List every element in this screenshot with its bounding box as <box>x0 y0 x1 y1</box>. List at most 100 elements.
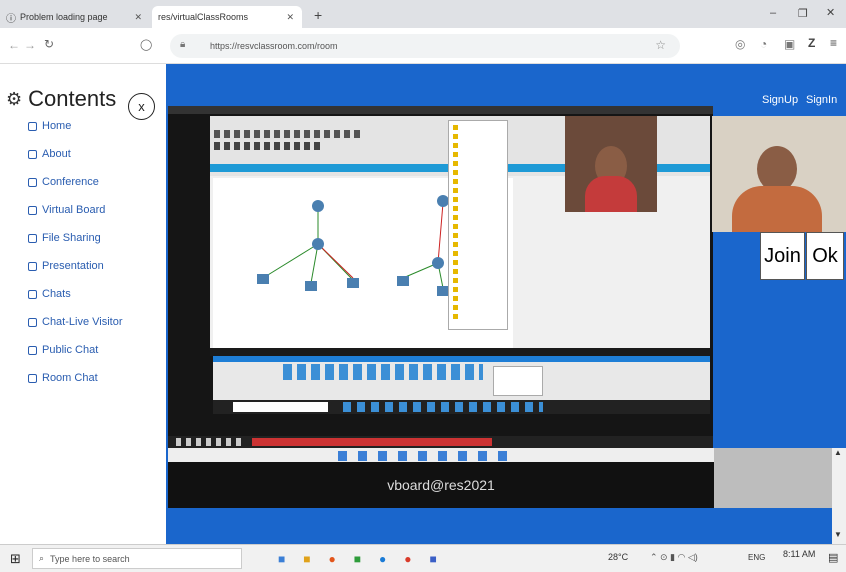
sidebar-item-label: Home <box>42 120 72 132</box>
bookmark-star-icon[interactable]: ☆ <box>655 38 666 52</box>
maximize-icon[interactable]: ❐ <box>798 7 808 20</box>
app-icon[interactable]: ● <box>404 552 411 566</box>
scroll-down-icon[interactable]: ▼ <box>834 530 842 539</box>
app-icon[interactable]: ■ <box>430 552 437 566</box>
list-item <box>453 143 503 148</box>
tab-virtual-classroom[interactable]: res/virtualClassRooms ✕ <box>152 6 302 28</box>
app-icon[interactable]: ■ <box>278 552 285 566</box>
browser-tab-bar: ⓘ Problem loading page ✕ res/virtualClas… <box>0 0 846 28</box>
sidebar-item-chat-live-visitor[interactable]: Chat-Live Visitor <box>28 316 123 328</box>
sidebar-title: Contents <box>28 86 117 111</box>
app-icon[interactable]: ■ <box>354 552 361 566</box>
list-item <box>453 314 503 319</box>
list-item <box>453 170 503 175</box>
shield-icon: ◯ <box>140 39 153 51</box>
list-item <box>453 278 503 283</box>
new-tab-icon[interactable]: + <box>314 7 322 23</box>
sidebar-item-virtual-board[interactable]: Virtual Board <box>28 204 105 216</box>
url-text: https://resvclassroom.com/room <box>210 41 338 51</box>
language-indicator[interactable]: ENG <box>748 553 765 562</box>
sidebar-item-label: Conference <box>42 176 99 188</box>
page-scrollbar[interactable]: ▲ ▼ <box>832 448 846 544</box>
search-icon: ⌕ <box>39 553 45 563</box>
self-shirt <box>732 186 822 232</box>
sidebar-item-label: Virtual Board <box>42 204 106 216</box>
sidebar-item-room-chat[interactable]: Room Chat <box>28 372 98 384</box>
chat-icon <box>28 345 37 355</box>
sidebar-item-chats[interactable]: Chats <box>28 288 71 300</box>
shared-taskbar <box>213 400 710 414</box>
signup-link[interactable]: SignUp <box>762 94 798 106</box>
self-video <box>712 116 846 232</box>
search-placeholder: Type here to search <box>50 553 130 564</box>
windows-start-icon[interactable]: ⊞ <box>10 551 21 567</box>
chat-icon <box>28 289 37 299</box>
participant-video <box>565 116 657 212</box>
menu-icon[interactable]: ≡ <box>830 36 837 50</box>
list-item <box>453 125 503 130</box>
toolbar-icons <box>214 130 364 138</box>
tray-icons[interactable]: ⌃ ⊙ ▮ ◠ ◁) <box>650 552 698 563</box>
sidebar-item-label: Room Chat <box>42 372 98 384</box>
reload-icon[interactable]: ↻ <box>44 37 54 51</box>
scroll-up-icon[interactable]: ▲ <box>834 448 842 457</box>
presentation-icon <box>28 261 37 271</box>
close-tab-icon[interactable]: ✕ <box>134 12 142 23</box>
sidebar-item-label: About <box>42 148 71 160</box>
toolbar-icons <box>214 142 324 150</box>
whiteboard-tools[interactable] <box>338 451 518 461</box>
list-item <box>453 242 503 247</box>
weather-text[interactable]: 28°C <box>608 552 628 562</box>
device-icons <box>283 364 483 380</box>
firefox-icon[interactable]: ● <box>329 552 336 566</box>
list-item <box>453 161 503 166</box>
close-window-icon[interactable]: ✕ <box>826 6 835 19</box>
playback-buttons[interactable] <box>176 438 246 446</box>
sidebar-header: ⚙ Contents <box>6 86 116 112</box>
clock-time[interactable]: 8:11 AM <box>783 549 815 559</box>
close-sidebar-button[interactable]: x <box>128 93 155 120</box>
minimize-icon[interactable]: – <box>770 7 776 19</box>
tab-problem-loading[interactable]: ⓘ Problem loading page ✕ <box>0 6 150 28</box>
pocket-icon[interactable]: ◎ <box>735 37 745 51</box>
about-icon <box>28 149 37 159</box>
url-bar[interactable]: 🔒︎ https://resvclassroom.com/room ☆ <box>170 34 680 58</box>
sidebar-item-about[interactable]: About <box>28 148 71 160</box>
sidebar-item-public-chat[interactable]: Public Chat <box>28 344 98 356</box>
sidebar-item-file-sharing[interactable]: File Sharing <box>28 232 101 244</box>
folder-icon[interactable]: ■ <box>303 552 310 566</box>
sidebar-item-label: Chats <box>42 288 71 300</box>
profile-icon[interactable]: Z <box>808 36 815 50</box>
conference-icon <box>28 177 37 187</box>
sidebar-item-conference[interactable]: Conference <box>28 176 99 188</box>
taskbar-apps: ■ ■ ● ■ ● ● ■ <box>278 552 437 566</box>
forward-icon[interactable]: → <box>24 38 36 52</box>
shared-taskbar-icons <box>343 402 543 412</box>
tab-label: res/virtualClassRooms <box>158 12 249 22</box>
list-item <box>453 260 503 265</box>
windows-taskbar: ⊞ ⌕ Type here to search ■ ■ ● ■ ● ● ■ 28… <box>0 544 846 572</box>
side-panel <box>714 448 846 508</box>
notification-icon[interactable]: ▤ <box>828 551 838 564</box>
sidebar-item-home[interactable]: Home <box>28 120 71 132</box>
list-item <box>453 233 503 238</box>
gear-icon: ⚙ <box>6 88 23 109</box>
participant-shirt <box>585 176 637 212</box>
join-button[interactable]: Join <box>760 232 805 280</box>
back-icon[interactable]: ← <box>8 38 20 52</box>
sidebar-item-presentation[interactable]: Presentation <box>28 260 104 272</box>
signin-link[interactable]: SignIn <box>806 94 837 106</box>
account-icon[interactable]: ◔ <box>760 37 767 51</box>
list-item <box>453 224 503 229</box>
list-item <box>453 152 503 157</box>
board-email: vboard@res2021 <box>387 477 495 493</box>
list-item <box>453 134 503 139</box>
file-icon <box>28 233 37 243</box>
taskbar-search[interactable]: ⌕ Type here to search <box>32 548 242 569</box>
app-statusbar <box>210 348 710 356</box>
ok-button[interactable]: Ok <box>806 232 844 280</box>
extensions-icon[interactable]: ▣ <box>784 37 795 51</box>
close-tab-icon[interactable]: ✕ <box>286 12 294 23</box>
edge-icon[interactable]: ● <box>379 552 386 566</box>
chat-icon <box>28 373 37 383</box>
